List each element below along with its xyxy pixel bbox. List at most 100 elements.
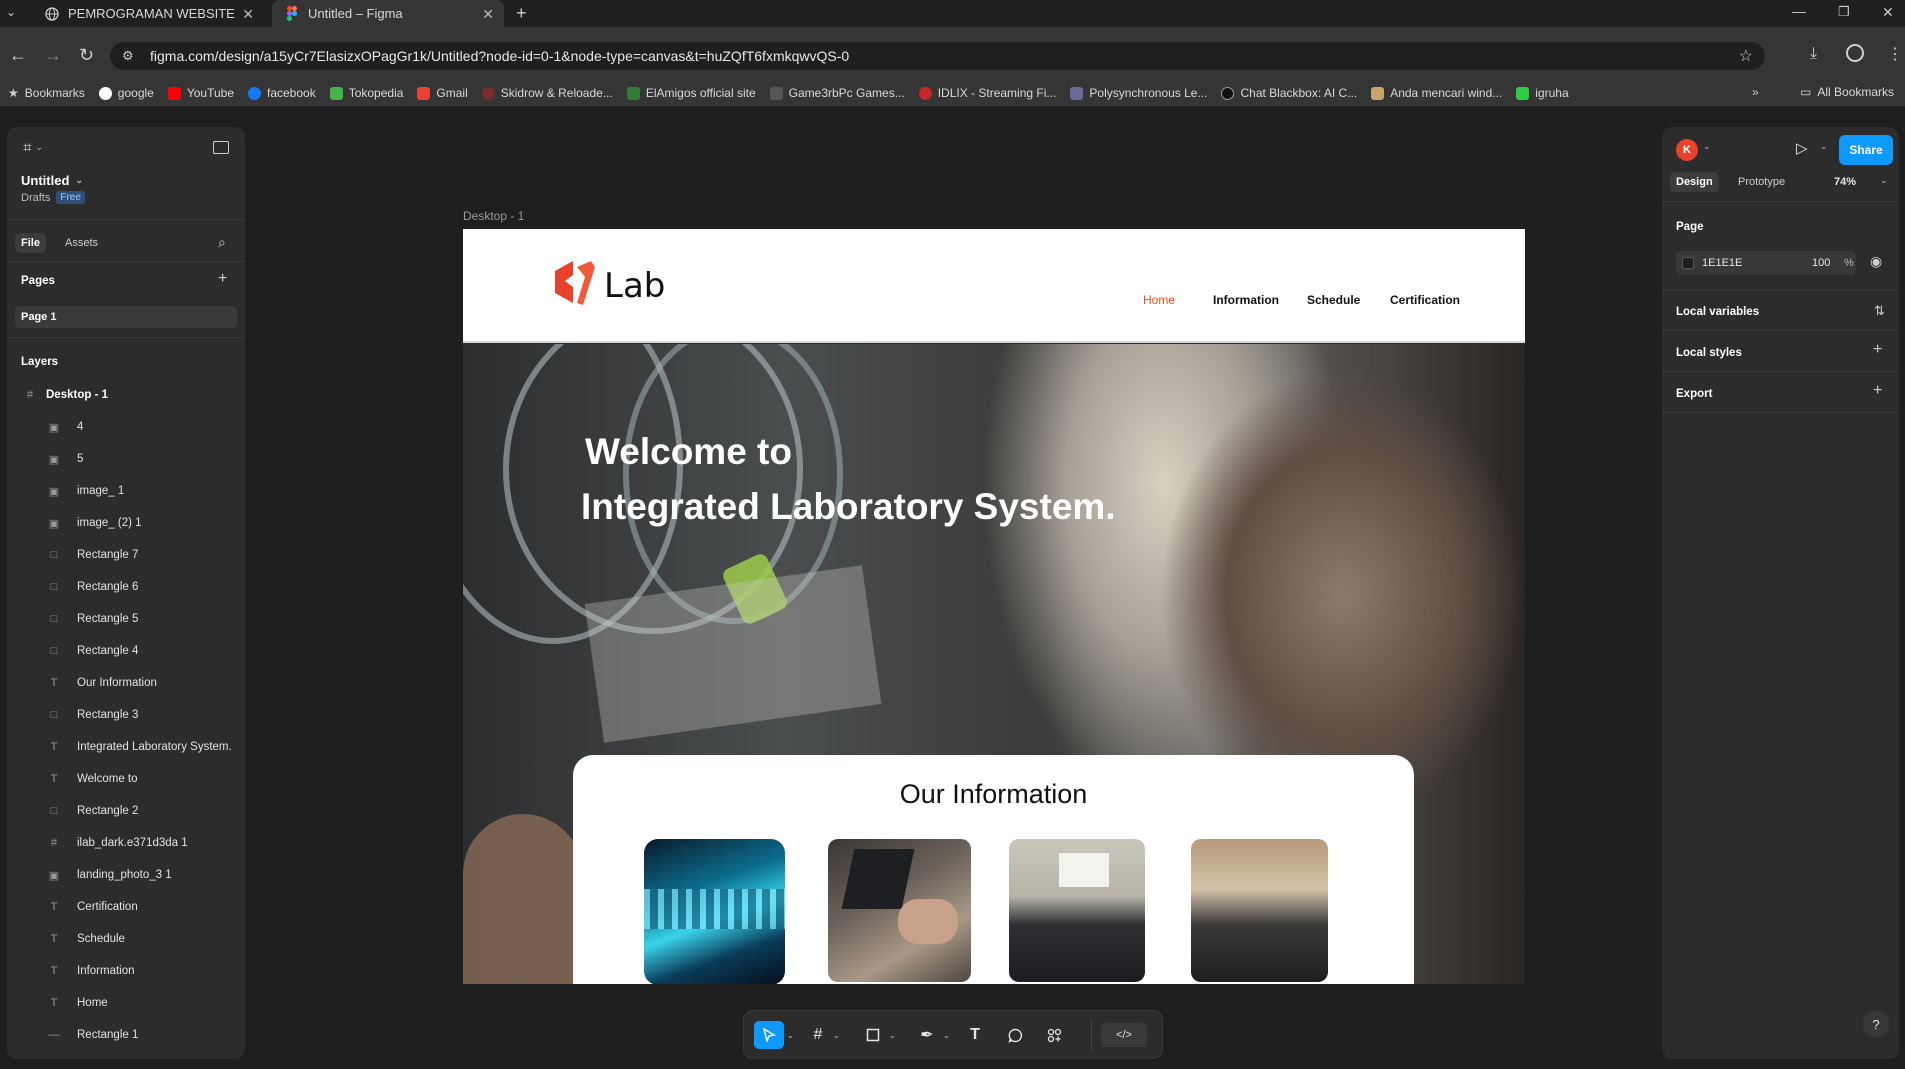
bookmark-polysynchronous[interactable]: Polysynchronous Le... bbox=[1070, 86, 1207, 100]
color-swatch[interactable] bbox=[1682, 257, 1694, 269]
variables-settings-icon[interactable]: ⇅ bbox=[1874, 303, 1885, 319]
forward-icon[interactable]: → bbox=[44, 45, 62, 66]
minimize-window-icon[interactable]: — bbox=[1792, 3, 1806, 19]
comment-tool-icon[interactable] bbox=[1003, 1023, 1027, 1047]
chevron-down-icon[interactable]: ⌄ bbox=[1880, 175, 1888, 186]
frame-tool-icon[interactable]: # bbox=[806, 1023, 830, 1047]
visibility-eye-icon[interactable]: ◉ bbox=[1870, 253, 1882, 270]
export-section[interactable]: Export bbox=[1676, 388, 1712, 400]
reload-icon[interactable]: ↻ bbox=[79, 45, 94, 66]
search-icon[interactable]: ⌕ bbox=[218, 234, 226, 251]
bookmark-igruha[interactable]: igruha bbox=[1516, 86, 1569, 100]
avatar[interactable]: K bbox=[1676, 139, 1698, 161]
browser-tab-figma[interactable]: Untitled – Figma ✕ bbox=[272, 0, 504, 27]
file-title[interactable]: Untitled ⌄ bbox=[21, 173, 83, 188]
chevron-down-icon[interactable]: ⌄ bbox=[1820, 141, 1828, 152]
nav-information[interactable]: Information bbox=[1213, 293, 1279, 307]
bookmark-youtube[interactable]: YouTube bbox=[167, 86, 234, 100]
layer-item[interactable]: T Information bbox=[7, 956, 245, 986]
bookmark-star-icon[interactable]: ☆ bbox=[1739, 46, 1753, 66]
browser-menu-icon[interactable]: ⋮ bbox=[1887, 44, 1903, 64]
layer-item[interactable]: ▣ 5 bbox=[7, 444, 245, 474]
tab-search-chevron-icon[interactable]: ⌄ bbox=[6, 5, 16, 19]
tab-assets[interactable]: Assets bbox=[65, 237, 98, 249]
layer-item[interactable]: T Home bbox=[7, 988, 245, 1018]
desktop-frame[interactable]: Lab Home Information Schedule Certificat… bbox=[463, 229, 1525, 984]
add-page-icon[interactable]: + bbox=[218, 270, 227, 288]
local-styles[interactable]: Local styles bbox=[1676, 347, 1742, 359]
main-menu-button[interactable]: ⌗ ⌄ bbox=[23, 139, 43, 156]
bookmark-anda-mencari[interactable]: Anda mencari wind... bbox=[1371, 86, 1502, 100]
layer-item[interactable]: ▣ 4 bbox=[7, 412, 245, 442]
bookmark-gmail[interactable]: Gmail bbox=[417, 86, 468, 100]
frame-label[interactable]: Desktop - 1 bbox=[463, 209, 524, 223]
profile-icon[interactable] bbox=[1846, 44, 1864, 62]
nav-certification[interactable]: Certification bbox=[1390, 293, 1460, 307]
back-icon[interactable]: ← bbox=[9, 45, 27, 66]
tab-prototype[interactable]: Prototype bbox=[1738, 176, 1785, 188]
rectangle-tool-icon[interactable] bbox=[861, 1023, 885, 1047]
add-style-icon[interactable]: + bbox=[1873, 341, 1882, 359]
close-tab-icon[interactable]: ✕ bbox=[482, 6, 494, 23]
bookmark-elamigos[interactable]: ElAmigos official site bbox=[626, 86, 756, 100]
toggle-sidebar-icon[interactable] bbox=[213, 141, 229, 154]
layer-item[interactable]: — Rectangle 1 bbox=[7, 1020, 245, 1050]
close-tab-icon[interactable]: ✕ bbox=[242, 6, 254, 23]
bookmark-tokopedia[interactable]: Tokopedia bbox=[329, 86, 403, 100]
chevron-down-icon[interactable]: ⌄ bbox=[1703, 141, 1711, 152]
chevron-down-icon[interactable]: ⌄ bbox=[787, 1031, 794, 1040]
bookmark-facebook[interactable]: facebook bbox=[248, 86, 316, 100]
restore-window-icon[interactable]: ❐ bbox=[1838, 4, 1850, 20]
layer-item[interactable]: □ Rectangle 4 bbox=[7, 636, 245, 666]
layer-item[interactable]: ▣ landing_photo_3 1 bbox=[7, 860, 245, 890]
bookmark-idlix[interactable]: IDLIX - Streaming Fi... bbox=[918, 86, 1056, 100]
layer-item[interactable]: □ Rectangle 5 bbox=[7, 604, 245, 634]
downloads-icon[interactable]: ⤓ bbox=[1810, 45, 1817, 63]
site-settings-icon[interactable]: ⚙ bbox=[122, 48, 134, 64]
all-bookmarks-button[interactable]: ▭ All Bookmarks bbox=[1800, 85, 1894, 99]
help-button[interactable]: ? bbox=[1863, 1011, 1889, 1037]
layer-item[interactable]: □ Rectangle 2 bbox=[7, 796, 245, 826]
browser-tab-pemrograman[interactable]: PEMROGRAMAN WEBSITE ✕ bbox=[32, 0, 264, 27]
tab-design[interactable]: Design bbox=[1670, 172, 1719, 192]
layer-item[interactable]: T Schedule bbox=[7, 924, 245, 954]
bookmark-game3rb[interactable]: Game3rbPc Games... bbox=[769, 86, 905, 100]
bookmark-google[interactable]: google bbox=[98, 86, 154, 100]
move-tool-icon[interactable] bbox=[754, 1021, 784, 1049]
layer-item[interactable]: ▣ image_ (2) 1 bbox=[7, 508, 245, 538]
layer-item[interactable]: ▣ image_ 1 bbox=[7, 476, 245, 506]
layer-item[interactable]: T Integrated Laboratory System. bbox=[7, 732, 245, 762]
nav-schedule[interactable]: Schedule bbox=[1307, 293, 1360, 307]
chevron-down-icon[interactable]: ⌄ bbox=[833, 1031, 840, 1040]
layer-desktop-1[interactable]: # Desktop - 1 bbox=[7, 380, 245, 410]
nav-home[interactable]: Home bbox=[1143, 293, 1175, 307]
new-tab-icon[interactable]: + bbox=[516, 3, 527, 24]
pen-tool-icon[interactable]: ✒ bbox=[915, 1023, 939, 1047]
layer-item[interactable]: □ Rectangle 6 bbox=[7, 572, 245, 602]
actions-tool-icon[interactable] bbox=[1042, 1023, 1066, 1047]
chevron-down-icon[interactable]: ⌄ bbox=[943, 1031, 950, 1040]
layer-item[interactable]: # ilab_dark.e371d3da 1 bbox=[7, 828, 245, 858]
add-export-icon[interactable]: + bbox=[1873, 382, 1882, 400]
chevron-down-icon[interactable]: ⌄ bbox=[889, 1031, 896, 1040]
share-button[interactable]: Share bbox=[1839, 135, 1893, 165]
layer-item[interactable]: T Our Information bbox=[7, 668, 245, 698]
layer-item[interactable]: □ Rectangle 3 bbox=[7, 700, 245, 730]
dev-mode-toggle-icon[interactable]: </> bbox=[1101, 1023, 1147, 1047]
bookmark-skidrow[interactable]: Skidrow & Reloade... bbox=[481, 86, 613, 100]
layer-item[interactable]: □ Rectangle 7 bbox=[7, 540, 245, 570]
more-bookmarks-icon[interactable]: » bbox=[1752, 85, 1759, 99]
url-bar[interactable]: ⚙ figma.com/design/a15yCr7ElasizxOPagGr1… bbox=[110, 42, 1765, 70]
close-window-icon[interactable]: ✕ bbox=[1882, 4, 1894, 21]
layer-item[interactable]: T Certification bbox=[7, 892, 245, 922]
present-play-icon[interactable]: ▷ bbox=[1796, 139, 1808, 157]
page-item-page-1[interactable]: Page 1 bbox=[15, 306, 237, 328]
zoom-level[interactable]: 74% bbox=[1834, 176, 1856, 188]
bookmarks-button[interactable]: ★ Bookmarks bbox=[8, 86, 85, 100]
layer-item[interactable]: T Welcome to bbox=[7, 764, 245, 794]
bookmark-blackbox[interactable]: Chat Blackbox: AI C... bbox=[1221, 86, 1357, 100]
tab-file[interactable]: File bbox=[15, 233, 46, 253]
page-color-field[interactable]: 1E1E1E 100 % bbox=[1676, 251, 1856, 275]
text-tool-icon[interactable]: T bbox=[963, 1023, 987, 1047]
local-variables[interactable]: Local variables bbox=[1676, 306, 1759, 318]
